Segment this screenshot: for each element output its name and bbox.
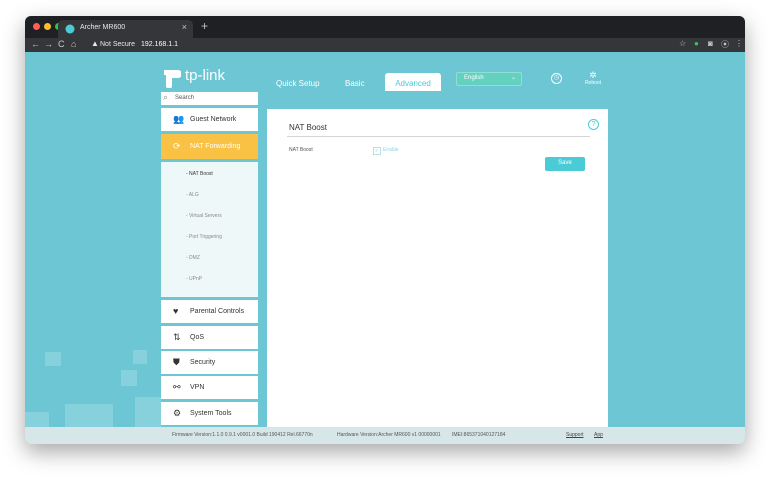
tab-quick-setup[interactable]: Quick Setup [276,79,320,88]
guest-network-icon: 👥 [173,114,185,124]
shield-icon: ⛊ [173,357,180,367]
sidebar-item-label: System Tools [190,410,232,417]
app-link[interactable]: App [594,432,603,438]
browser-tab[interactable]: Archer MR600 × [58,20,193,38]
tab-bar: Archer MR600 × + [25,16,745,38]
tplink-logo: tp-link [161,66,225,89]
security-label: Not Secure [100,41,136,48]
menu-icon[interactable]: ⋮ [735,39,743,48]
language-select[interactable]: English ⌄ [456,72,522,86]
gear-icon: ⚙ [173,408,182,418]
language-value: English [464,75,484,81]
tplink-logo-icon [164,70,182,89]
submenu-item-port-triggering[interactable]: - Port Triggering [186,234,222,240]
submenu-item-virtual-servers[interactable]: - Virtual Servers [186,213,222,219]
hardware-version: Hardware Version:Archer MR600 v1 0000000… [337,432,441,438]
minimize-window-button[interactable] [44,23,51,30]
browser-window: Archer MR600 × + ← → C ⌂ ▲ Not Secure 19… [25,16,745,444]
support-link[interactable]: Support [566,432,584,438]
tab-advanced-label: Advanced [395,79,431,88]
decorative-square [121,370,137,386]
sidebar-item-label: QoS [190,334,205,341]
sidebar-item-vpn[interactable]: ⚯ VPN [161,376,258,399]
enable-checkbox[interactable]: ✓ [373,147,381,155]
reboot-icon: ✲ [589,70,597,80]
tab-title: Archer MR600 [80,24,126,31]
page-title: NAT Boost [289,123,327,132]
sidebar-item-nat-forwarding[interactable]: ⟳ NAT Forwarding [161,134,258,159]
title-divider [287,136,590,137]
sidebar-item-label: Parental Controls [190,308,245,315]
search-input[interactable]: ⌕ Search [161,92,258,105]
browser-toolbar: ← → C ⌂ ▲ Not Secure 192.168.1.1 ☆ ● ◙ ⦿… [25,38,745,52]
nat-boost-field-label: NAT Boost [289,147,313,153]
save-button-label: Save [558,160,572,166]
warning-icon: ▲ [91,39,99,48]
sidebar-item-system-tools[interactable]: ⚙ System Tools [161,402,258,425]
new-tab-button[interactable]: + [201,19,208,33]
vpn-icon: ⚯ [173,382,181,392]
reboot-label: Reboot [584,80,602,86]
sidebar-item-guest-network[interactable]: 👥 Guest Network [161,108,258,131]
sidebar-item-label: Guest Network [190,116,237,123]
close-window-button[interactable] [33,23,40,30]
decorative-square [133,350,147,364]
nat-forwarding-icon: ⟳ [173,141,181,151]
sidebar-item-label: NAT Forwarding [190,143,241,150]
clock-icon[interactable]: ◷ [551,73,562,84]
extension-icon[interactable]: ● [694,39,699,48]
submenu-item-dmz[interactable]: - DMZ [186,255,200,261]
submenu-item-upnp[interactable]: - UPnP [186,276,202,282]
profile-icon[interactable]: ⦿ [721,39,729,50]
submenu-item-nat-boost[interactable]: - NAT Boost [186,171,213,177]
search-icon: ⌕ [163,92,169,102]
url-text[interactable]: 192.168.1.1 [141,41,178,48]
address-bar[interactable]: ▲ Not Secure 192.168.1.1 [85,39,670,51]
footer: Firmware Version:1.1.0 0.9.1 v0001.0 Bui… [25,427,745,444]
router-page: tp-link Quick Setup Basic Advanced Engli… [25,52,745,444]
home-button[interactable]: ⌂ [71,39,76,49]
sidebar-item-security[interactable]: ⛊ Security [161,351,258,374]
nat-forwarding-submenu: - NAT Boost - ALG - Virtual Servers - Po… [161,162,258,297]
back-button[interactable]: ← [31,39,40,49]
reboot-button[interactable]: ✲ Reboot [582,70,604,87]
firmware-version: Firmware Version:1.1.0 0.9.1 v0001.0 Bui… [172,432,313,438]
enable-checkbox-label[interactable]: Enable [383,147,399,153]
tplink-favicon-icon [65,24,75,34]
search-placeholder: Search [175,95,195,101]
tab-advanced[interactable]: Advanced [385,73,441,91]
main-panel: NAT Boost ? NAT Boost ✓ Enable Save [267,109,608,427]
parental-controls-icon: ♥ [173,306,179,316]
sidebar-item-label: VPN [190,384,205,391]
reload-button[interactable]: C [58,39,65,49]
decorative-square [135,397,161,427]
help-icon[interactable]: ? [588,119,599,130]
tab-close-icon[interactable]: × [182,22,187,32]
chevron-down-icon: ⌄ [510,75,516,81]
tab-basic[interactable]: Basic [345,79,365,88]
save-button[interactable]: Save [545,157,585,171]
decorative-square [45,352,61,366]
qos-icon: ⇅ [173,332,181,342]
pocket-icon[interactable]: ◙ [708,39,713,48]
imei: IMEI:865371040127184 [452,432,506,438]
submenu-item-alg[interactable]: - ALG [186,192,199,198]
sidebar-item-parental-controls[interactable]: ♥ Parental Controls [161,300,258,323]
logo-text: tp-link [185,67,226,84]
bookmark-star-icon[interactable]: ☆ [679,39,686,48]
sidebar: ⌕ Search 👥 Guest Network ⟳ NAT Forwardin… [161,92,258,426]
sidebar-item-qos[interactable]: ⇅ QoS [161,326,258,349]
forward-button[interactable]: → [44,39,53,49]
sidebar-item-label: Security [190,359,216,366]
